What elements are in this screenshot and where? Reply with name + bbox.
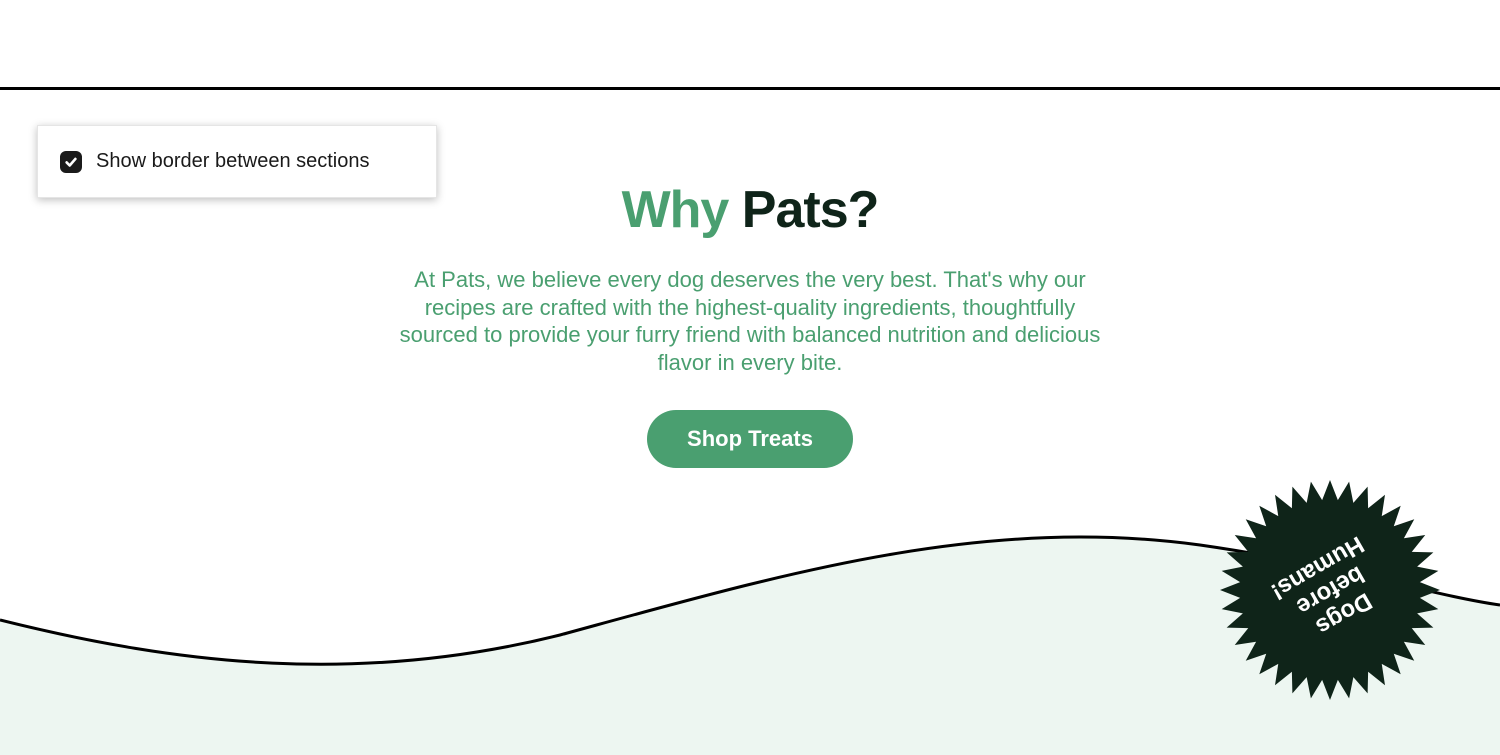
check-icon — [64, 155, 78, 169]
section-divider — [0, 87, 1500, 90]
hero-section: Why Pats? At Pats, we believe every dog … — [390, 180, 1110, 468]
show-border-label: Show border between sections — [96, 150, 370, 173]
show-border-checkbox[interactable] — [60, 151, 82, 173]
hero-title: Why Pats? — [390, 180, 1110, 240]
shop-treats-button[interactable]: Shop Treats — [647, 410, 853, 468]
hero-description: At Pats, we believe every dog deserves t… — [390, 266, 1110, 376]
page: Show border between sections Why Pats? A… — [0, 0, 1500, 755]
hero-title-rest: Pats? — [742, 181, 879, 239]
hero-title-accent: Why — [622, 181, 742, 239]
controls-panel: Show border between sections — [37, 125, 437, 198]
